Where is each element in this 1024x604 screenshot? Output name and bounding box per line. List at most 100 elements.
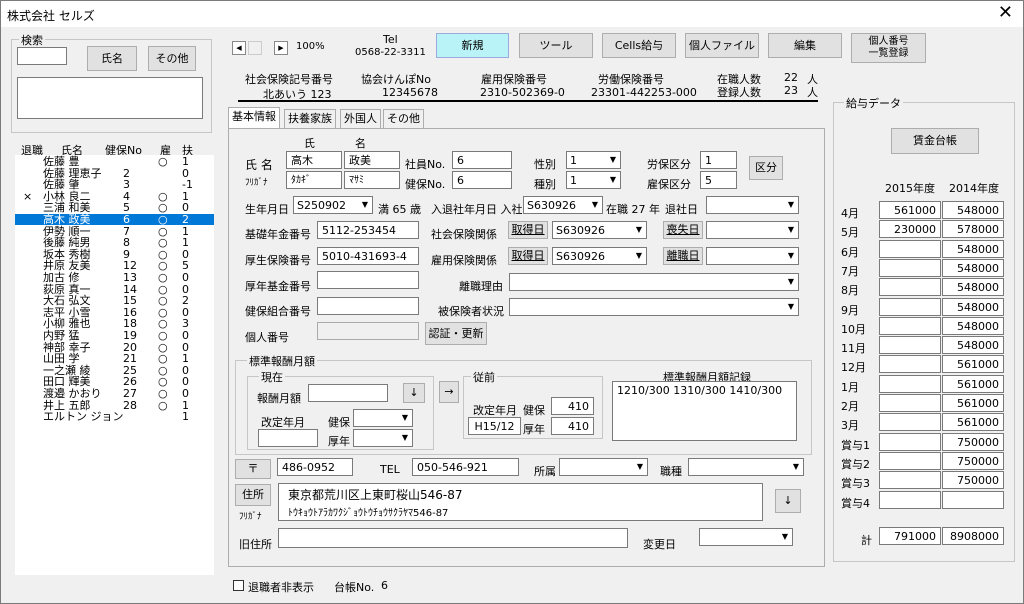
salary-cell-2014[interactable]: 750000 — [942, 451, 1004, 470]
salary-cell-2015[interactable] — [879, 490, 941, 509]
employee-row[interactable]: 加古 修 13 ○ 0 — [15, 272, 214, 283]
kosei-fund-input[interactable] — [317, 271, 419, 289]
employee-row[interactable]: 大石 弘文 15 ○ 2 — [15, 295, 214, 306]
record-textarea[interactable]: 1210/300 1310/300 1410/300 — [612, 381, 797, 441]
tab-other[interactable]: その他 — [383, 109, 424, 128]
next-record-icon[interactable]: ▶ — [274, 41, 288, 55]
kind-select[interactable]: 1 ▼ — [566, 171, 621, 189]
salary-cell-2015[interactable] — [879, 336, 941, 355]
mynumber-list-button[interactable]: 個人番号 一覧登録 — [851, 33, 926, 63]
employee-row[interactable]: 井原 友美 12 ○ 5 — [15, 260, 214, 271]
salary-cell-2015[interactable] — [879, 258, 941, 277]
employee-row[interactable]: 佐藤 理恵子 2 0 — [15, 168, 214, 179]
employee-row[interactable]: 三浦 和美 5 ○ 0 — [15, 202, 214, 213]
salary-cell-2014[interactable]: 548000 — [942, 258, 1004, 277]
emp-leave-select[interactable]: ▼ — [706, 247, 799, 265]
employee-row[interactable]: 佐藤 肇 3 -1 — [15, 179, 214, 190]
salary-total-2015[interactable]: 791000 — [879, 527, 941, 545]
social-lost-select[interactable]: ▼ — [706, 221, 799, 239]
social-lost-button[interactable]: 喪失日 — [663, 221, 703, 239]
salary-cell-2014[interactable]: 561000 — [942, 374, 1004, 393]
salary-cell-2014[interactable]: 548000 — [942, 336, 1004, 355]
monthly-input[interactable] — [308, 384, 388, 402]
salary-cell-2014[interactable]: 548000 — [942, 316, 1004, 335]
mei-kana-input[interactable]: ﾏｻﾐ — [344, 171, 400, 189]
employee-row[interactable]: 一之瀬 綾 25 ○ 0 — [15, 365, 214, 376]
salary-cell-2014[interactable]: 750000 — [942, 432, 1004, 451]
zip-input[interactable]: 486-0952 — [277, 458, 353, 476]
kubun-button[interactable]: 区分 — [749, 156, 783, 180]
employee-row[interactable]: 後藤 純男 8 ○ 1 — [15, 237, 214, 248]
employee-row[interactable]: エルトン ジョン 1 — [15, 411, 214, 422]
search-input[interactable] — [17, 47, 67, 65]
monthly-down-button[interactable]: ↓ — [403, 383, 425, 403]
prev-kenpo-value[interactable]: 410 — [551, 397, 594, 415]
emp-acquire-select[interactable]: S630926 ▼ — [552, 247, 647, 265]
emp-kubun-input[interactable]: 5 — [700, 171, 737, 189]
search-other-button[interactable]: その他 — [148, 46, 196, 71]
salary-cell-2014[interactable]: 548000 — [942, 278, 1004, 297]
salary-cell-2014[interactable] — [942, 490, 1004, 509]
dept-select[interactable]: ▼ — [559, 458, 648, 476]
employee-row[interactable]: 内野 猛 19 ○ 0 — [15, 330, 214, 341]
health-input[interactable]: 5010-431693-4 — [317, 247, 419, 265]
job-select[interactable]: ▼ — [688, 458, 804, 476]
sei-input[interactable]: 高木 — [286, 151, 342, 169]
employee-row[interactable]: 小柳 雅也 18 ○ 3 — [15, 318, 214, 329]
salary-cell-2015[interactable]: 561000 — [879, 201, 941, 219]
salary-cell-2015[interactable] — [879, 451, 941, 470]
union-input[interactable] — [317, 297, 419, 315]
salary-cell-2014[interactable]: 561000 — [942, 355, 1004, 374]
salary-cell-2015[interactable] — [879, 374, 941, 393]
prev-revise-value[interactable]: H15/12 — [468, 417, 521, 435]
tools-button[interactable]: ツール — [519, 33, 593, 58]
tab-dependents[interactable]: 扶養家族 — [284, 109, 336, 128]
employee-row[interactable]: × 小林 良二 4 ○ 1 — [15, 191, 214, 202]
cells-salary-button[interactable]: Cells給与 — [602, 33, 676, 58]
employee-row[interactable]: 伊勢 順一 7 ○ 1 — [15, 226, 214, 237]
new-button[interactable]: 新規 — [436, 33, 509, 58]
salary-cell-2015[interactable] — [879, 278, 941, 297]
salary-cell-2014[interactable]: 561000 — [942, 394, 1004, 412]
salary-total-2014[interactable]: 8908000 — [942, 527, 1004, 545]
hide-retired-checkbox[interactable] — [233, 580, 244, 591]
kosei-grade-select[interactable]: ▼ — [353, 429, 413, 447]
prev-kosei-value[interactable]: 410 — [551, 417, 594, 435]
salary-cell-2014[interactable]: 561000 — [942, 413, 1004, 432]
salary-cell-2015[interactable] — [879, 297, 941, 316]
kenpo-no-input[interactable]: 6 — [452, 171, 512, 189]
employee-row[interactable]: 荻原 真一 14 ○ 0 — [15, 284, 214, 295]
change-date-select[interactable]: ▼ — [699, 528, 793, 546]
mynumber-input[interactable] — [317, 322, 419, 340]
salary-cell-2014[interactable]: 750000 — [942, 471, 1004, 490]
salary-cell-2015[interactable] — [879, 239, 941, 258]
insured-status-select[interactable]: ▼ — [509, 298, 799, 316]
edit-button[interactable]: 編集 — [768, 33, 842, 58]
salary-cell-2015[interactable] — [879, 471, 941, 490]
employee-row[interactable]: 渡邉 かおり 27 ○ 0 — [15, 388, 214, 399]
tab-foreigner[interactable]: 外国人 — [340, 109, 381, 128]
employee-row[interactable]: 高木 政美 6 ○ 2 — [15, 214, 214, 225]
first-record-icon[interactable]: ◀ — [232, 41, 246, 55]
salary-cell-2014[interactable]: 578000 — [942, 220, 1004, 239]
personal-file-button[interactable]: 個人ファイル — [685, 33, 759, 58]
close-icon[interactable]: ✕ — [998, 3, 1013, 23]
salary-cell-2015[interactable] — [879, 316, 941, 335]
join-select[interactable]: S630926 ▼ — [523, 196, 603, 214]
employee-row[interactable]: 神部 幸子 20 ○ 0 — [15, 342, 214, 353]
search-results-box[interactable] — [17, 77, 203, 119]
salary-cell-2015[interactable] — [879, 394, 941, 412]
wage-ledger-button[interactable]: 賃金台帳 — [891, 128, 979, 154]
address-button[interactable]: 住所 — [235, 484, 271, 506]
address-text[interactable]: 東京都荒川区上東町桜山546-87 — [288, 486, 463, 503]
mei-input[interactable]: 政美 — [344, 151, 400, 169]
employee-list[interactable]: 佐藤 豊 ○ 1 佐藤 理恵子 2 0 佐藤 肇 3 -1 × 小林 良二 4 ○ 1 三浦 和美 5 ○ 0 高木… — [15, 155, 214, 575]
record-slider-thumb[interactable] — [248, 41, 262, 55]
kenpo-grade-select[interactable]: ▼ — [353, 409, 413, 427]
revise-input[interactable] — [258, 429, 318, 447]
employee-no-input[interactable]: 6 — [452, 151, 512, 169]
birth-select[interactable]: S250902 ▼ — [293, 196, 373, 214]
employee-row[interactable]: 井上 五郎 28 ○ 1 — [15, 400, 214, 411]
salary-cell-2014[interactable]: 548000 — [942, 201, 1004, 219]
address-kana-text[interactable]: ﾄｳｷｮｳﾄｱﾗｶﾜｸｼﾞｮｳﾄｳﾁｮｳｻｸﾗﾔﾏ546-87 — [288, 504, 448, 519]
